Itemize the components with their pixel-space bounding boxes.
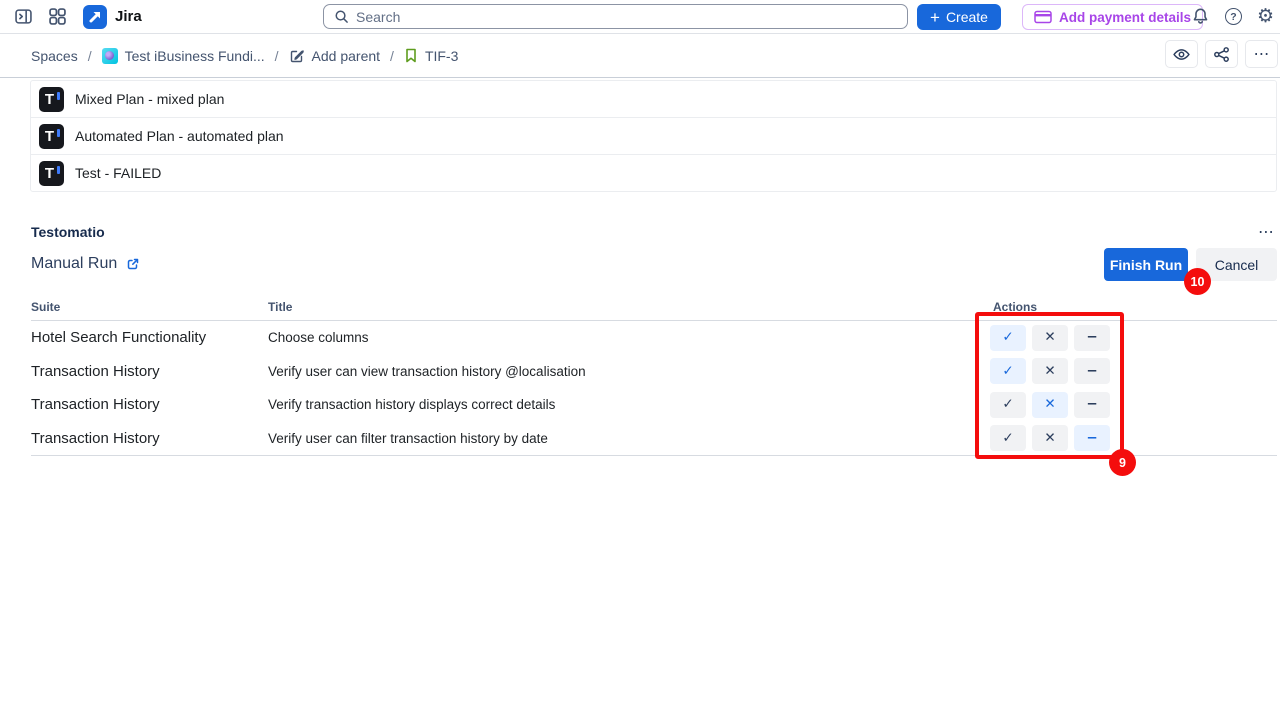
pass-check-button[interactable]: ✓	[990, 358, 1026, 384]
annotation-step-badge-9: 9	[1109, 449, 1136, 476]
breadcrumb-space[interactable]: Test iBusiness Fundi...	[102, 48, 265, 64]
actions-cell: ✓ ✕ −	[990, 392, 1110, 418]
skip-dash-button[interactable]: −	[1074, 392, 1110, 418]
title-cell: Verify transaction history displays corr…	[268, 397, 1277, 412]
testomatio-logo-icon: T	[39, 87, 64, 112]
finish-run-button[interactable]: Finish Run	[1104, 248, 1188, 281]
plan-label: Automated Plan - automated plan	[75, 128, 284, 144]
pass-check-button[interactable]: ✓	[990, 325, 1026, 351]
column-header-actions: Actions	[993, 300, 1277, 314]
plan-list-item[interactable]: T Mixed Plan - mixed plan	[30, 80, 1277, 118]
title-cell: Verify user can view transaction history…	[268, 364, 1277, 379]
content-divider	[0, 77, 1280, 78]
fail-x-button[interactable]: ✕	[1032, 392, 1068, 418]
notifications-bell-icon[interactable]	[1191, 7, 1210, 26]
testomatio-section-header: Testomatio ⋯	[31, 224, 1274, 240]
section-title: Testomatio	[31, 224, 105, 240]
skip-dash-button[interactable]: −	[1074, 325, 1110, 351]
breadcrumb-page[interactable]: TIF-3	[404, 48, 458, 64]
fail-x-button[interactable]: ✕	[1032, 325, 1068, 351]
settings-gear-icon[interactable]: ⚙	[1257, 7, 1274, 26]
pass-check-button[interactable]: ✓	[990, 425, 1026, 451]
jira-logo-icon	[83, 5, 107, 29]
create-button[interactable]: + Create	[917, 4, 1001, 30]
plan-label: Mixed Plan - mixed plan	[75, 91, 224, 107]
column-header-title: Title	[268, 300, 993, 314]
testomatio-logo-icon: T	[39, 161, 64, 186]
plus-icon: +	[930, 9, 940, 26]
suite-cell: Transaction History	[31, 363, 268, 380]
skip-dash-button[interactable]: −	[1074, 425, 1110, 451]
title-cell: Choose columns	[268, 330, 1277, 345]
topbar-left-group: Jira	[15, 0, 142, 33]
run-title-row: Manual Run	[31, 255, 140, 273]
test-results-table: Suite Title Actions Hotel Search Functio…	[31, 300, 1277, 456]
table-row: Transaction History Verify user can view…	[31, 355, 1277, 389]
add-payment-details-button[interactable]: Add payment details	[1022, 4, 1203, 30]
actions-cell: ✓ ✕ −	[990, 425, 1110, 451]
table-row: Hotel Search Functionality Choose column…	[31, 321, 1277, 355]
bookmark-icon	[404, 48, 418, 63]
more-options-icon[interactable]: ⋯	[1245, 40, 1278, 68]
plan-label: Test - FAILED	[75, 165, 161, 181]
space-avatar-icon	[102, 48, 118, 64]
title-cell: Verify user can filter transaction histo…	[268, 431, 1277, 446]
page-actions: ⋯	[1165, 40, 1278, 68]
skip-dash-button[interactable]: −	[1074, 358, 1110, 384]
annotation-step-badge-10: 10	[1184, 268, 1211, 295]
fail-x-button[interactable]: ✕	[1032, 425, 1068, 451]
search-icon	[334, 9, 349, 24]
app-name: Jira	[115, 8, 142, 25]
run-label: Manual Run	[31, 255, 117, 273]
testomatio-logo-icon: T	[39, 124, 64, 149]
external-link-icon[interactable]	[126, 257, 140, 271]
share-icon[interactable]	[1205, 40, 1238, 68]
results-table-body: Hotel Search Functionality Choose column…	[31, 321, 1277, 456]
topbar-icon-group: ? ⚙	[1191, 0, 1274, 33]
breadcrumb-row: Spaces / Test iBusiness Fundi... / Add p…	[0, 34, 1280, 77]
plan-list-item[interactable]: T Test - FAILED	[30, 154, 1277, 192]
breadcrumb-add-parent[interactable]: Add parent	[289, 48, 381, 64]
sidebar-toggle-icon[interactable]	[15, 8, 32, 25]
breadcrumb-spaces[interactable]: Spaces	[31, 48, 78, 64]
table-header-row: Suite Title Actions	[31, 300, 1277, 321]
suite-cell: Hotel Search Functionality	[31, 329, 268, 346]
pass-check-button[interactable]: ✓	[990, 392, 1026, 418]
section-more-options-icon[interactable]: ⋯	[1258, 224, 1274, 240]
plan-list-item[interactable]: T Automated Plan - automated plan	[30, 117, 1277, 155]
global-search[interactable]	[323, 4, 908, 29]
plans-list: T Mixed Plan - mixed plan T Automated Pl…	[30, 80, 1277, 192]
table-row: Transaction History Verify user can filt…	[31, 422, 1277, 456]
fail-x-button[interactable]: ✕	[1032, 358, 1068, 384]
credit-card-icon	[1034, 10, 1052, 24]
watch-eye-icon[interactable]	[1165, 40, 1198, 68]
app-switcher-icon[interactable]	[49, 8, 66, 25]
suite-cell: Transaction History	[31, 396, 268, 413]
jira-home-link[interactable]: Jira	[83, 5, 142, 29]
table-row: Transaction History Verify transaction h…	[31, 388, 1277, 422]
column-header-suite: Suite	[31, 300, 268, 314]
edit-icon	[289, 48, 305, 64]
search-input[interactable]	[356, 9, 897, 25]
breadcrumb: Spaces / Test iBusiness Fundi... / Add p…	[31, 34, 458, 77]
suite-cell: Transaction History	[31, 430, 268, 447]
top-navigation-bar: Jira + Create Add payment details	[0, 0, 1280, 34]
help-icon[interactable]: ?	[1225, 8, 1242, 25]
actions-cell: ✓ ✕ −	[990, 325, 1110, 351]
actions-cell: ✓ ✕ −	[990, 358, 1110, 384]
